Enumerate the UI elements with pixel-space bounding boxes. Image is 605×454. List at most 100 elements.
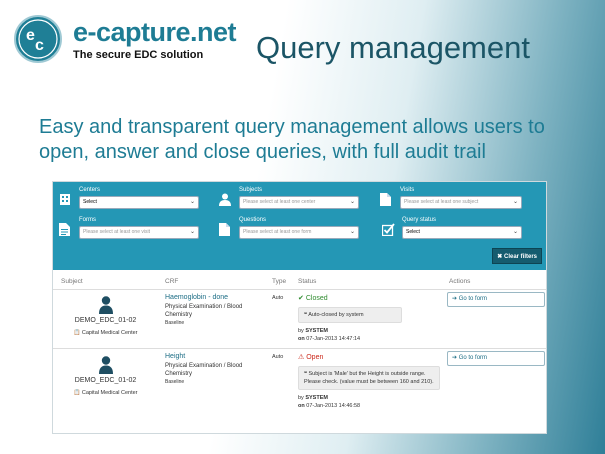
query-message: ❝ Subject is 'Male' but the Height is ou… (298, 366, 440, 390)
audit-info: by SYSTEM on 07-Jan-2013 14:46:58 (298, 394, 443, 410)
query-type: Auto (272, 354, 284, 360)
centers-select-value: Select (83, 199, 97, 205)
page-subtitle: Easy and transparent query management al… (39, 116, 545, 163)
on-label: on (298, 403, 305, 409)
chevron-down-icon: ⌄ (512, 199, 518, 205)
filter-bar: Centers Select ⌄ Subjects Please select a… (53, 182, 546, 270)
person-icon (98, 356, 113, 374)
visits-select[interactable]: Please select at least one subject ⌄ (400, 196, 522, 209)
brand-tagline: The secure EDC solution (73, 49, 204, 61)
crf-form: Physical Examination / Blood Chemistry (165, 363, 243, 377)
questions-select-placeholder: Please select at least one form (243, 229, 312, 235)
col-status: Status (298, 278, 317, 285)
clipboard-icon: 📋 (73, 330, 81, 336)
filter-questions-label: Questions (239, 217, 267, 223)
by-user: SYSTEM (305, 328, 328, 334)
query-message-text: Auto-closed by system (308, 312, 364, 318)
table-header: Subject CRF Type Status Actions (53, 276, 546, 290)
query-status-select[interactable]: Select ⌄ (402, 226, 522, 239)
chevron-down-icon: ⌄ (349, 229, 355, 235)
col-subject: Subject (61, 278, 83, 285)
subjects-select[interactable]: Please select at least one center ⌄ (239, 196, 359, 209)
crf-cell: Height Physical Examination / Blood Chem… (165, 353, 265, 385)
subject-id[interactable]: DEMO_EDC_01-02 (53, 377, 158, 384)
brand: e-capture.net The secure EDC solution (73, 17, 237, 61)
subject-cell: DEMO_EDC_01-02 📋 Capital Medical Center (53, 296, 158, 336)
form-icon (59, 223, 70, 236)
forms-select[interactable]: Please select at least one visit ⌄ (79, 226, 199, 239)
by-label: by (298, 395, 304, 401)
go-to-form-label: Go to form (458, 296, 488, 302)
visits-select-placeholder: Please select at least one subject (404, 199, 479, 205)
go-to-form-label: Go to form (458, 355, 488, 361)
person-icon (98, 296, 113, 314)
document-icon (380, 193, 391, 206)
subjects-select-placeholder: Please select at least one center (243, 199, 316, 205)
building-icon (60, 194, 70, 205)
centers-select[interactable]: Select ⌄ (79, 196, 199, 209)
status-cell: ⚠ Open ❝ Subject is 'Male' but the Heigh… (298, 353, 443, 410)
subject-id[interactable]: DEMO_EDC_01-02 (53, 317, 158, 324)
questions-select[interactable]: Please select at least one form ⌄ (239, 226, 359, 239)
table-row: DEMO_EDC_01-02 📋 Capital Medical Center … (53, 349, 546, 433)
brand-name: e-capture.net (73, 17, 237, 47)
status-badge: ⚠ Open (298, 353, 443, 361)
center-name: 📋 Capital Medical Center (53, 330, 158, 336)
on-timestamp: 07-Jan-2013 14:46:58 (306, 403, 361, 409)
filter-subjects-label: Subjects (239, 187, 263, 193)
subject-cell: DEMO_EDC_01-02 📋 Capital Medical Center (53, 356, 158, 396)
user-icon (219, 193, 231, 206)
query-status-select-value: Select (406, 229, 420, 235)
sign-in-icon: ➔ (452, 296, 458, 302)
status-badge: ✔ Closed (298, 294, 443, 302)
query-management-panel: Centers Select ⌄ Subjects Please select a… (52, 181, 547, 434)
filter-forms-label: Forms (79, 217, 96, 223)
audit-info: by SYSTEM on 07-Jan-2013 14:47:14 (298, 327, 443, 343)
center-name: 📋 Capital Medical Center (53, 390, 158, 396)
go-to-form-button[interactable]: ➔ Go to form (447, 292, 545, 307)
warning-icon: ⚠ (298, 354, 305, 361)
question-link[interactable]: Height (165, 353, 265, 360)
col-crf: CRF (165, 278, 179, 285)
status-cell: ✔ Closed ❝ Auto-closed by system by SYST… (298, 294, 443, 343)
table-row: DEMO_EDC_01-02 📋 Capital Medical Center … (53, 290, 546, 349)
center-name-text: Capital Medical Center (81, 390, 138, 396)
close-icon: ✖ (497, 254, 503, 260)
crf-cell: Haemoglobin - done Physical Examination … (165, 294, 265, 326)
crf-visit: Baseline (165, 320, 185, 326)
col-type: Type (272, 278, 287, 285)
chevron-down-icon: ⌄ (189, 199, 195, 205)
crf-visit: Baseline (165, 379, 185, 385)
page-title: Query management (256, 30, 530, 65)
sign-in-icon: ➔ (452, 355, 458, 361)
query-type: Auto (272, 295, 284, 301)
check-icon: ✔ (298, 295, 304, 302)
chevron-down-icon: ⌄ (349, 199, 355, 205)
filter-centers-label: Centers (79, 187, 101, 193)
question-link[interactable]: Haemoglobin - done (165, 294, 265, 301)
col-actions: Actions (449, 278, 471, 285)
svg-text:c: c (35, 37, 44, 54)
on-timestamp: 07-Jan-2013 14:47:14 (306, 336, 361, 342)
chevron-down-icon: ⌄ (189, 229, 195, 235)
forms-select-placeholder: Please select at least one visit (83, 229, 150, 235)
center-name-text: Capital Medical Center (81, 330, 138, 336)
clipboard-icon: 📋 (73, 390, 81, 396)
query-message: ❝ Auto-closed by system (298, 307, 402, 323)
comment-icon: ❝ (304, 312, 307, 318)
document-icon (219, 223, 230, 236)
comment-icon: ❝ (304, 371, 307, 377)
filter-query-status-label: Query status (402, 217, 437, 223)
status-text: Closed (305, 295, 328, 302)
svg-text:e: e (26, 27, 35, 44)
go-to-form-button[interactable]: ➔ Go to form (447, 351, 545, 366)
checkbox-icon (382, 223, 395, 236)
status-text: Open (306, 354, 324, 361)
filter-visits-label: Visits (400, 187, 415, 193)
clear-filters-button[interactable]: ✖ Clear filters (492, 248, 542, 264)
clear-filters-label: Clear filters (503, 254, 537, 260)
crf-form: Physical Examination / Blood Chemistry (165, 304, 243, 318)
by-label: by (298, 328, 304, 334)
ecapture-logo: e c (13, 14, 63, 64)
on-label: on (298, 336, 305, 342)
